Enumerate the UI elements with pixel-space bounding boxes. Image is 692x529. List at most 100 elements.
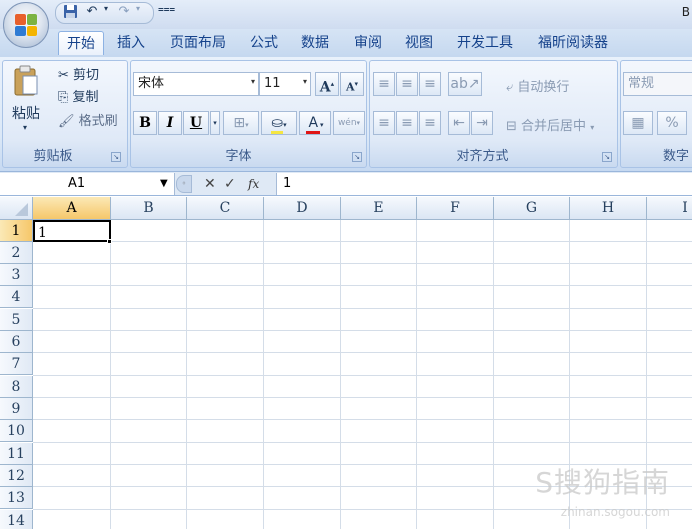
grid-line [33,419,692,420]
font-group: 宋体 ▾ 11 ▾ A▴ A▾ B I U ▾ ⊞▾ ⛀▾ A ▾ wén▾ 字体… [130,60,367,168]
cell-a1[interactable]: 1 [33,220,111,242]
clipboard-launcher-icon[interactable]: ↘ [111,152,121,162]
formula-bar-splitter-icon[interactable]: ◦ [176,175,192,193]
tab-review[interactable]: 审阅 [348,31,388,55]
format-painter-button[interactable]: 🖌 格式刷 [58,110,118,129]
formula-input[interactable]: 1 [276,173,692,195]
row-header-2[interactable]: 2 [0,242,33,264]
tab-home[interactable]: 开始 [58,31,104,55]
merge-center-button[interactable]: ⊟ 合并后居中 ▾ [506,115,594,134]
column-header-g[interactable]: G [494,197,570,220]
number-group-label: 数字 [662,149,689,164]
align-bottom-icon[interactable]: ≡ [419,72,441,96]
grid-line [33,308,692,309]
font-size-dropdown-icon[interactable]: ▾ [303,77,307,86]
row-header-4[interactable]: 4 [0,286,33,308]
tab-view[interactable]: 视图 [399,31,439,55]
column-header-a[interactable]: A [33,197,111,220]
office-logo-icon [15,14,37,36]
spreadsheet-grid: A B C D E F G H I 1 2 3 4 5 6 7 8 9 10 1… [0,197,692,529]
redo-dropdown-icon[interactable]: ▾ [133,4,143,22]
column-header-d[interactable]: D [264,197,341,220]
paste-button[interactable]: 粘贴 [12,103,40,123]
phonetic-guide-button[interactable]: wén▾ [333,111,365,135]
italic-button[interactable]: I [158,111,182,135]
underline-button[interactable]: U [183,111,209,135]
row-header-7[interactable]: 7 [0,353,33,375]
align-top-icon[interactable]: ≡ [373,72,395,96]
align-right-icon[interactable]: ≡ [419,111,441,135]
row-header-14[interactable]: 14 [0,510,33,529]
row-header-8[interactable]: 8 [0,376,33,398]
tab-insert[interactable]: 插入 [111,31,151,55]
number-format-select[interactable]: 常规 [623,72,692,96]
row-header-11[interactable]: 11 [0,443,33,465]
increase-indent-icon[interactable]: ⇥ [471,111,493,135]
align-center-icon[interactable]: ≡ [396,111,418,135]
wrap-text-button[interactable]: ⤶ 自动换行 [506,76,569,95]
grid-line [33,241,692,242]
align-left-icon[interactable]: ≡ [373,111,395,135]
font-group-label: 字体 [225,149,252,164]
grid-line [33,352,692,353]
font-name-select[interactable]: 宋体 [133,72,259,96]
row-header-5[interactable]: 5 [0,309,33,331]
underline-dropdown-icon[interactable]: ▾ [210,111,220,135]
alignment-launcher-icon[interactable]: ↘ [602,152,612,162]
column-header-h[interactable]: H [570,197,647,220]
tab-data[interactable]: 数据 [295,31,335,55]
save-icon[interactable] [62,4,78,22]
row-header-3[interactable]: 3 [0,264,33,286]
cancel-icon[interactable]: ✕ [204,173,216,195]
redo-icon[interactable]: ↷ [116,4,132,22]
copy-icon: ⎘ [58,90,69,105]
column-header-f[interactable]: F [417,197,494,220]
copy-button[interactable]: ⎘ 复制 [58,86,99,105]
undo-dropdown-icon[interactable]: ▾ [101,4,111,22]
tab-developer[interactable]: 开发工具 [452,31,518,55]
fill-color-button[interactable]: ⛀▾ [261,111,297,135]
cut-button[interactable]: ✂ 剪切 [58,64,99,83]
column-header-c[interactable]: C [187,197,264,220]
border-button[interactable]: ⊞▾ [223,111,259,135]
accounting-format-button[interactable]: ▦ [623,111,653,135]
grid-line [33,263,692,264]
alignment-group: ≡ ≡ ≡ ab↗ ⤶ 自动换行 ≡ ≡ ≡ ⇤ ⇥ ⊟ 合并后居中 ▾ 对齐方… [369,60,618,168]
grow-font-button[interactable]: A▴ [315,72,339,96]
orientation-button[interactable]: ab↗ [448,72,482,96]
number-group: 常规 ▦ % 数字 [620,60,692,168]
font-color-button[interactable]: A ▾ [299,111,331,135]
row-header-12[interactable]: 12 [0,465,33,487]
tab-page-layout[interactable]: 页面布局 [165,31,231,55]
align-middle-icon[interactable]: ≡ [396,72,418,96]
select-all-corner[interactable] [0,197,33,220]
font-launcher-icon[interactable]: ↘ [352,152,362,162]
row-header-1[interactable]: 1 [0,220,33,242]
merge-icon: ⊟ [506,119,517,134]
insert-function-button[interactable]: fx [248,173,259,195]
column-header-i[interactable]: I [647,197,692,220]
window-title: B [681,5,690,19]
column-header-b[interactable]: B [111,197,187,220]
fill-handle[interactable] [107,239,112,244]
font-name-dropdown-icon[interactable]: ▾ [251,77,255,86]
name-box[interactable]: A1 ▼ [0,173,175,195]
percent-button[interactable]: % [657,111,687,135]
paste-dropdown-icon[interactable]: ▾ [23,123,27,132]
row-header-10[interactable]: 10 [0,420,33,442]
enter-icon[interactable]: ✓ [224,173,236,195]
name-box-dropdown-icon[interactable]: ▼ [160,173,168,195]
tab-foxit-reader[interactable]: 福昕阅读器 [532,31,614,55]
undo-icon[interactable]: ↶ [84,4,100,22]
column-header-e[interactable]: E [341,197,417,220]
office-button[interactable] [3,2,49,48]
shrink-font-button[interactable]: A▾ [340,72,364,96]
decrease-indent-icon[interactable]: ⇤ [448,111,470,135]
row-header-13[interactable]: 13 [0,487,33,509]
customize-qat-icon[interactable]: ⩶ [158,4,175,22]
tab-formulas[interactable]: 公式 [244,31,284,55]
bold-button[interactable]: B [133,111,157,135]
row-header-6[interactable]: 6 [0,331,33,353]
row-header-9[interactable]: 9 [0,398,33,420]
grid-line [33,330,692,331]
